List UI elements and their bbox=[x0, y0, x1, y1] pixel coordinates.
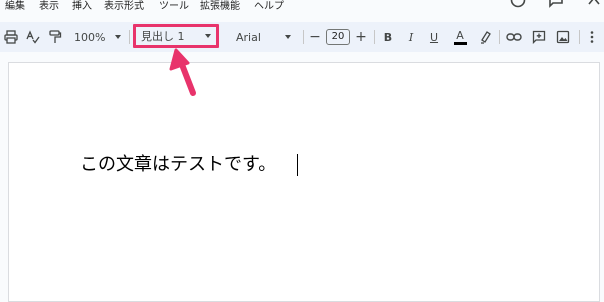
menu-edit[interactable]: 編集 bbox=[5, 1, 25, 13]
italic-button[interactable]: I bbox=[404, 22, 418, 52]
menu-insert[interactable]: 挿入 bbox=[72, 1, 92, 13]
history-icon[interactable] bbox=[510, 0, 526, 8]
chevron-down-icon bbox=[284, 35, 291, 39]
share-icon[interactable] bbox=[586, 0, 602, 8]
menu-view[interactable]: 表示 bbox=[39, 1, 59, 13]
text-color-button[interactable]: A bbox=[452, 22, 468, 52]
bold-button[interactable]: B bbox=[381, 22, 395, 52]
divider bbox=[303, 30, 304, 44]
menu-extensions[interactable]: 拡張機能 bbox=[200, 1, 240, 13]
comments-icon[interactable] bbox=[548, 0, 564, 8]
paragraph-style-value: 見出し 1 bbox=[141, 30, 185, 43]
underline-icon: U bbox=[429, 30, 439, 44]
decrease-font-size-button[interactable]: − bbox=[308, 22, 322, 52]
minus-icon: − bbox=[309, 29, 321, 45]
spellcheck-icon bbox=[26, 30, 40, 44]
divider bbox=[374, 30, 375, 44]
paragraph-style-select[interactable]: 見出し 1 bbox=[133, 24, 219, 48]
link-icon bbox=[506, 30, 522, 44]
menu-tools[interactable]: ツール bbox=[159, 1, 189, 13]
print-icon bbox=[4, 30, 18, 44]
print-button[interactable] bbox=[2, 22, 20, 52]
document-page[interactable] bbox=[8, 62, 600, 302]
zoom-select[interactable]: 100% bbox=[74, 22, 124, 52]
bold-icon: B bbox=[383, 30, 393, 44]
increase-font-size-button[interactable]: + bbox=[354, 22, 368, 52]
document-text[interactable]: この文章はテストです。 bbox=[80, 153, 276, 177]
divider bbox=[129, 30, 130, 44]
more-icon bbox=[590, 30, 594, 44]
menu-bar: 編集 表示 挿入 表示形式 ツール 拡張機能 ヘルプ bbox=[0, 0, 604, 20]
font-size-input[interactable]: 20 bbox=[326, 29, 350, 45]
plus-icon: + bbox=[355, 29, 367, 45]
toolbar: 100% Arial − + B I U A bbox=[0, 22, 604, 52]
insert-image-button[interactable] bbox=[554, 22, 572, 52]
text-color-swatch bbox=[453, 41, 467, 45]
text-cursor bbox=[297, 154, 298, 176]
font-name: Arial bbox=[236, 30, 261, 44]
highlighter-icon bbox=[478, 30, 492, 44]
chevron-down-icon bbox=[115, 35, 122, 39]
chevron-down-icon bbox=[205, 34, 211, 38]
insert-link-button[interactable] bbox=[505, 22, 523, 52]
highlight-color-button[interactable] bbox=[477, 22, 493, 52]
add-comment-icon bbox=[532, 30, 546, 44]
italic-icon: I bbox=[408, 30, 414, 44]
divider bbox=[499, 30, 500, 44]
menu-help[interactable]: ヘルプ bbox=[254, 1, 284, 13]
font-select[interactable]: Arial bbox=[236, 22, 296, 52]
paint-format-button[interactable] bbox=[46, 22, 64, 52]
more-options-button[interactable] bbox=[585, 22, 599, 52]
zoom-value: 100% bbox=[74, 30, 106, 44]
add-comment-button[interactable] bbox=[530, 22, 548, 52]
paint-format-icon bbox=[48, 30, 62, 44]
underline-button[interactable]: U bbox=[427, 22, 441, 52]
insert-image-icon bbox=[556, 30, 570, 44]
divider bbox=[579, 30, 580, 44]
spellcheck-button[interactable] bbox=[24, 22, 42, 52]
menu-format[interactable]: 表示形式 bbox=[104, 1, 144, 13]
text-color-icon: A bbox=[456, 28, 464, 42]
